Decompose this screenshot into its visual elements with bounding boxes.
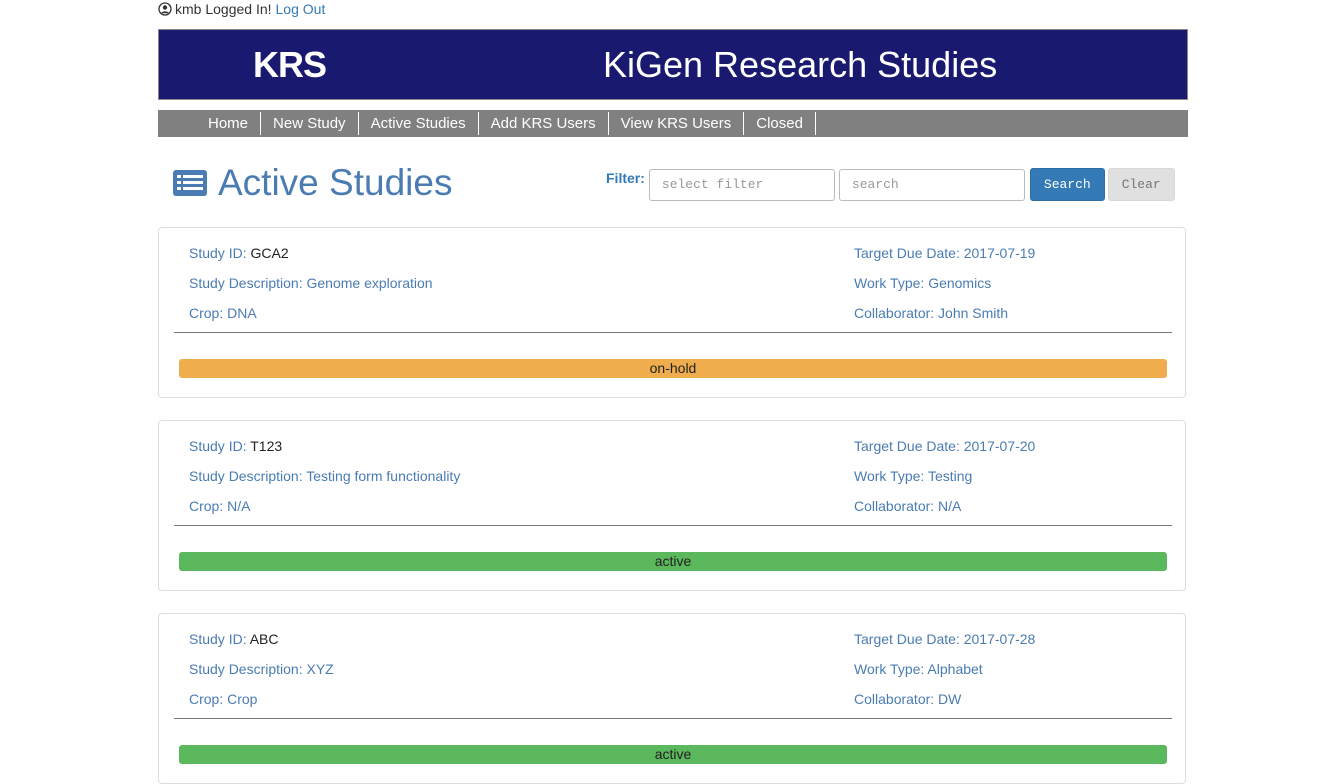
card-divider [174,525,1172,526]
status-badge: active [179,552,1167,571]
nav-new-study[interactable]: New Study [261,112,359,135]
card-divider [174,718,1172,719]
collaborator-field: Collaborator: N/A [854,498,961,514]
work-type-field: Work Type: Testing [854,468,972,484]
site-abbreviation: KRS [253,44,327,85]
study-description-label: Study Description: [189,468,303,484]
study-card[interactable]: Study ID: ABC Study Description: XYZ Cro… [158,613,1186,784]
collaborator-field: Collaborator: John Smith [854,305,1008,321]
study-id-field: Study ID: ABC [189,631,279,647]
study-description-label: Study Description: [189,275,303,291]
card-divider [174,332,1172,333]
study-description-field: Study Description: Testing form function… [189,468,460,484]
list-icon [173,170,207,196]
study-id-value: ABC [249,631,279,647]
study-id-field: Study ID: GCA2 [189,245,289,261]
nav-active-studies[interactable]: Active Studies [359,112,479,135]
collaborator-label: Collaborator: [854,498,935,514]
due-date-value: 2017-07-20 [963,438,1036,454]
crop-field: Crop: Crop [189,691,257,707]
nav-closed[interactable]: Closed [744,112,816,135]
filter-select-input[interactable] [648,168,835,201]
collaborator-value: DW [938,691,962,707]
due-date-label: Target Due Date: [854,245,960,261]
due-date-field: Target Due Date: 2017-07-19 [854,245,1035,261]
collaborator-value: John Smith [938,305,1009,321]
work-type-label: Work Type: [854,468,925,484]
crop-value: DNA [227,305,257,321]
work-type-value: Genomics [928,275,992,291]
status-badge: on-hold [179,359,1167,378]
study-description-label: Study Description: [189,661,303,677]
filter-label: Filter: [606,169,645,186]
collaborator-label: Collaborator: [854,691,935,707]
due-date-label: Target Due Date: [854,631,960,647]
crop-value: N/A [227,498,251,514]
status-badge: active [179,745,1167,764]
clear-button[interactable]: Clear [1107,168,1175,201]
study-card[interactable]: Study ID: GCA2 Study Description: Genome… [158,227,1186,398]
user-circle-icon [158,2,172,16]
collaborator-value: N/A [938,498,962,514]
due-date-value: 2017-07-19 [963,245,1036,261]
study-id-value: GCA2 [250,245,289,261]
nav-view-krs-users[interactable]: View KRS Users [609,112,745,135]
study-description-field: Study Description: Genome exploration [189,275,433,291]
main-nav: Home New Study Active Studies Add KRS Us… [158,110,1188,137]
due-date-field: Target Due Date: 2017-07-28 [854,631,1035,647]
nav-home[interactable]: Home [196,112,262,135]
crop-label: Crop: [189,691,224,707]
study-id-value: T123 [250,438,283,454]
study-id-label: Study ID: [189,631,247,647]
login-username: kmb Logged In! [175,1,272,17]
work-type-label: Work Type: [854,275,925,291]
due-date-label: Target Due Date: [854,438,960,454]
crop-field: Crop: N/A [189,498,250,514]
study-description-value: XYZ [306,661,334,677]
site-title: KiGen Research Studies [603,44,998,85]
search-input[interactable] [838,168,1025,201]
collaborator-label: Collaborator: [854,305,935,321]
study-card[interactable]: Study ID: T123 Study Description: Testin… [158,420,1186,591]
filter-bar: Filter: Search Clear [606,168,1175,201]
study-id-field: Study ID: T123 [189,438,282,454]
logout-link[interactable]: Log Out [276,0,326,18]
login-status: kmb Logged In! Log Out [158,0,325,18]
due-date-field: Target Due Date: 2017-07-20 [854,438,1035,454]
work-type-value: Alphabet [927,661,983,677]
crop-field: Crop: DNA [189,305,257,321]
search-button[interactable]: Search [1029,168,1105,201]
crop-value: Crop [227,691,258,707]
study-id-label: Study ID: [189,438,247,454]
site-banner: KRS KiGen Research Studies [158,29,1188,100]
study-id-label: Study ID: [189,245,247,261]
work-type-field: Work Type: Genomics [854,275,991,291]
page-header: Active Studies [172,162,452,204]
crop-label: Crop: [189,305,224,321]
due-date-value: 2017-07-28 [963,631,1036,647]
nav-add-krs-users[interactable]: Add KRS Users [479,112,609,135]
study-description-field: Study Description: XYZ [189,661,334,677]
collaborator-field: Collaborator: DW [854,691,961,707]
work-type-field: Work Type: Alphabet [854,661,983,677]
crop-label: Crop: [189,498,224,514]
study-description-value: Genome exploration [306,275,433,291]
study-description-value: Testing form functionality [306,468,461,484]
work-type-label: Work Type: [854,661,925,677]
work-type-value: Testing [927,468,973,484]
page-title: Active Studies [218,162,453,203]
